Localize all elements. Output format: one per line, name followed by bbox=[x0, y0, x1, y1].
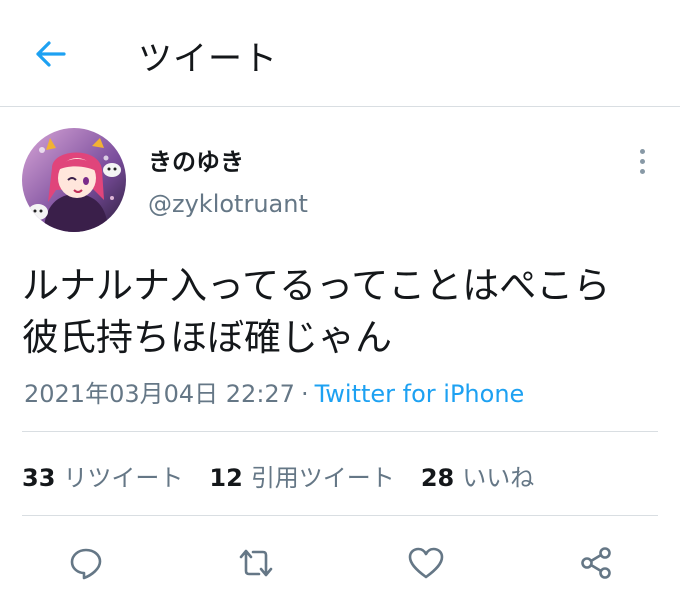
likes-count: 28 bbox=[420, 464, 455, 492]
back-button[interactable] bbox=[30, 34, 70, 74]
retweet-icon bbox=[239, 549, 273, 577]
divider bbox=[22, 515, 658, 516]
author-display-name[interactable]: きのゆき bbox=[148, 142, 244, 177]
tweet-text: ルナルナ入ってるってことはぺこら 彼氏持ちほぼ確じゃん bbox=[22, 260, 667, 364]
likes-stat[interactable]: 28 いいね bbox=[421, 458, 534, 493]
share-icon bbox=[581, 547, 611, 579]
avatar[interactable] bbox=[22, 128, 126, 232]
meta-separator: · bbox=[300, 380, 309, 408]
author-handle[interactable]: @zyklotruant bbox=[148, 190, 308, 218]
share-button[interactable] bbox=[576, 543, 616, 583]
divider bbox=[22, 431, 658, 432]
page-title: ツイート bbox=[138, 39, 278, 79]
tweet-stats: 33 リツイート 12 引用ツイート 28 いいね bbox=[22, 458, 534, 493]
arrow-left-icon bbox=[36, 41, 66, 67]
tweet-text-line: ルナルナ入ってるってことはぺこら bbox=[22, 264, 611, 307]
likes-label: いいね bbox=[462, 464, 535, 492]
reply-button[interactable] bbox=[66, 543, 106, 583]
tweet-source-link[interactable]: Twitter for iPhone bbox=[315, 380, 525, 408]
retweets-count: 33 bbox=[22, 464, 56, 492]
avatar-image bbox=[22, 128, 126, 232]
tweet-meta: 2021年03月04日 22:27 · Twitter for iPhone bbox=[24, 374, 524, 409]
more-vertical-icon bbox=[639, 148, 645, 154]
heart-icon bbox=[408, 547, 444, 579]
tweet-timestamp[interactable]: 2021年03月04日 22:27 bbox=[24, 380, 295, 408]
retweets-stat[interactable]: 33 リツイート bbox=[22, 458, 183, 493]
like-button[interactable] bbox=[406, 543, 446, 583]
top-bar: ツイート bbox=[0, 0, 680, 107]
more-options-button[interactable] bbox=[628, 144, 656, 178]
quotes-label: 引用ツイート bbox=[250, 464, 395, 492]
reply-icon bbox=[70, 548, 102, 580]
quotes-count: 12 bbox=[209, 464, 243, 492]
quotes-stat[interactable]: 12 引用ツイート bbox=[209, 458, 394, 493]
tweet-text-line: 彼氏持ちほぼ確じゃん bbox=[22, 316, 392, 359]
retweet-button[interactable] bbox=[236, 543, 276, 583]
retweets-label: リツイート bbox=[63, 464, 184, 492]
